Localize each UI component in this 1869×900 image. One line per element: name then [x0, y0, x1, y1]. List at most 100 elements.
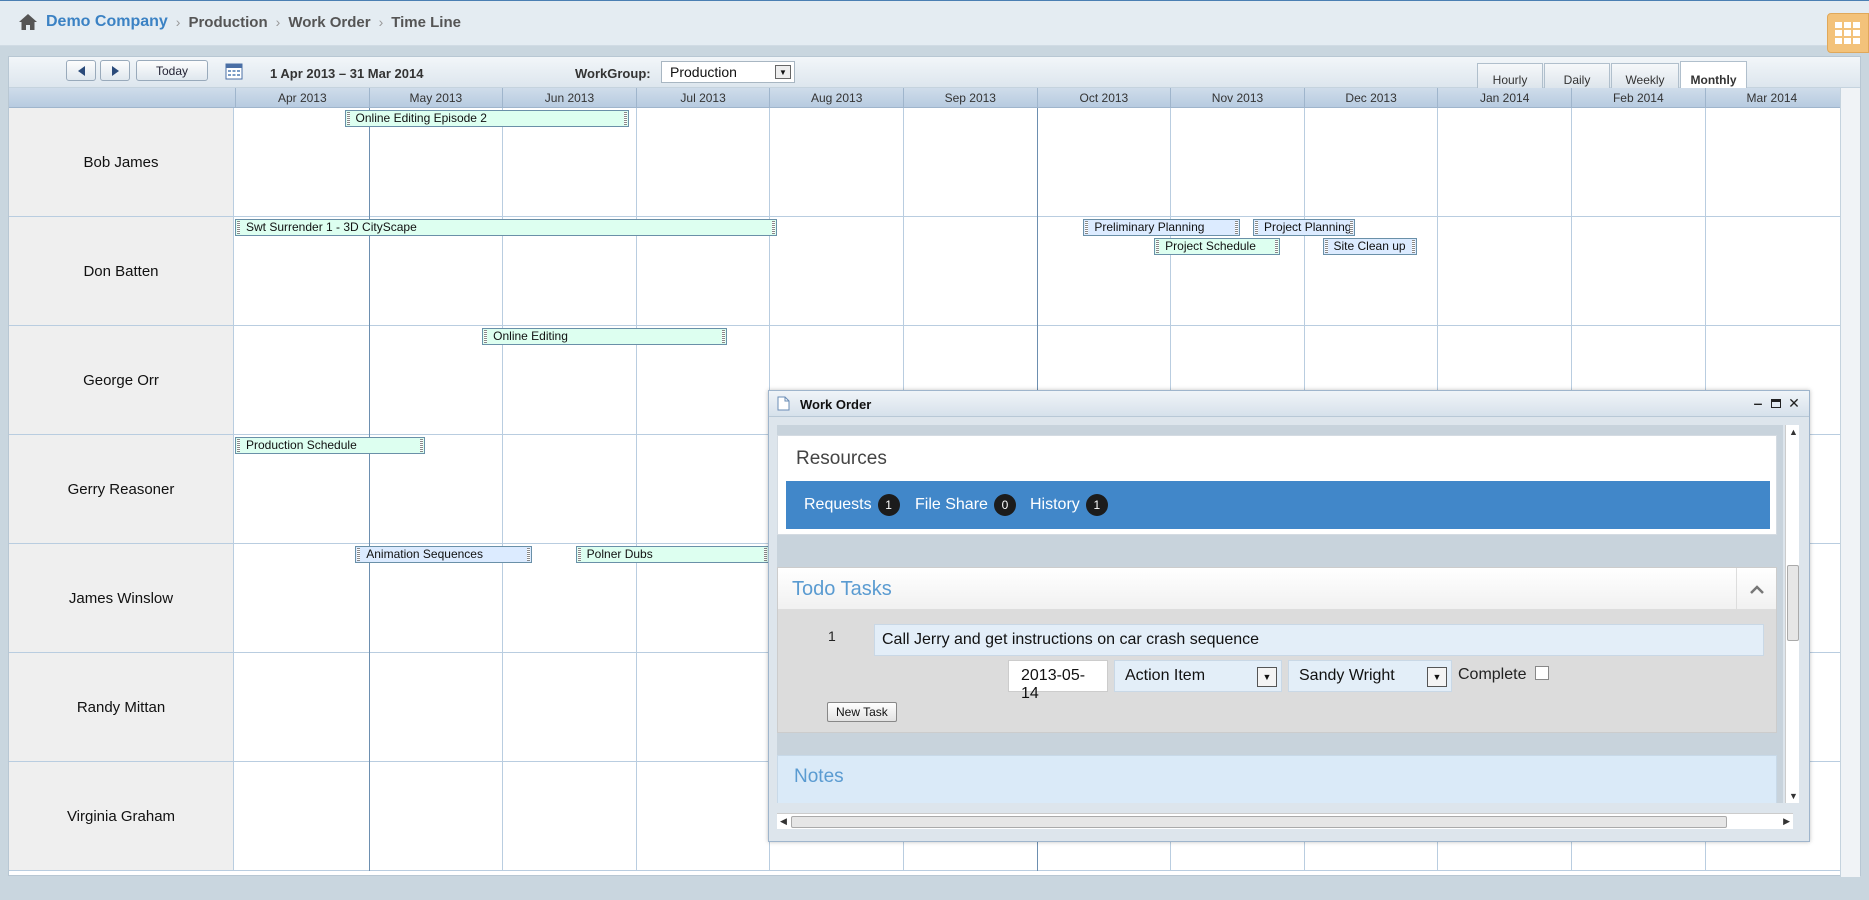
timeline-scrollbar[interactable]	[1840, 88, 1860, 877]
todo-title: Todo Tasks	[792, 578, 892, 600]
timeline-event[interactable]: Online Editing Episode 2	[344, 110, 630, 127]
notes-title: Notes	[794, 766, 844, 787]
calendar-icon[interactable]	[225, 62, 243, 80]
arrow-right-icon	[111, 65, 119, 76]
scroll-down-icon[interactable]: ▼	[1789, 791, 1798, 801]
vertical-scroll-thumb[interactable]	[1787, 565, 1799, 641]
tab-requests[interactable]: Requests 1	[804, 494, 900, 516]
horizontal-scroll-thumb[interactable]	[791, 816, 1727, 828]
date-range: 1 Apr 2013 – 31 Mar 2014	[270, 66, 424, 81]
resources-title: Resources	[796, 448, 887, 469]
arrow-left-icon	[77, 65, 85, 76]
minimize-icon[interactable]: ‒	[1751, 395, 1765, 411]
breadcrumb: Demo Company › Production › Work Order ›…	[18, 13, 461, 31]
dialog-title-bar[interactable]: Work Order ‒ ✕	[769, 391, 1809, 417]
todo-header: Todo Tasks	[778, 568, 1776, 610]
resource-name: James Winslow	[9, 544, 234, 652]
document-icon	[777, 396, 790, 411]
next-button[interactable]	[100, 60, 130, 81]
scroll-right-icon[interactable]: ▶	[1783, 816, 1790, 827]
resource-name: Don Batten	[9, 217, 234, 325]
breadcrumb-time-line: Time Line	[391, 13, 461, 31]
timeline-event[interactable]: Online Editing	[482, 328, 727, 345]
breadcrumb-company[interactable]: Demo Company	[46, 13, 168, 31]
tab-history-label: History	[1030, 496, 1080, 513]
chevron-up-icon	[1749, 584, 1764, 594]
tab-history[interactable]: History 1	[1030, 494, 1108, 516]
collapse-button[interactable]	[1736, 568, 1776, 610]
timeline-event[interactable]: Animation Sequences	[355, 546, 532, 563]
task-assignee-select[interactable]: Sandy Wright ▼	[1288, 660, 1452, 692]
scroll-left-icon[interactable]: ◀	[780, 816, 787, 827]
resource-name: Virginia Graham	[9, 762, 234, 870]
home-icon[interactable]	[18, 13, 38, 31]
view-tab-daily[interactable]: Daily	[1544, 63, 1610, 88]
task-type-select[interactable]: Action Item ▼	[1114, 660, 1282, 692]
dialog-horizontal-scrollbar[interactable]: ◀ ▶	[777, 813, 1793, 829]
workgroup-value: Production	[670, 64, 737, 80]
tab-requests-label: Requests	[804, 496, 872, 513]
workgroup-select[interactable]: Production ▼	[661, 61, 795, 83]
apps-grid-icon	[1835, 22, 1860, 44]
month-header-cell: Sep 2013	[903, 88, 1037, 108]
tab-file-share[interactable]: File Share 0	[915, 494, 1016, 516]
tab-file-share-label: File Share	[915, 496, 988, 513]
task-assignee-value: Sandy Wright	[1299, 667, 1395, 684]
apps-grid-button[interactable]	[1827, 13, 1869, 53]
timeline-toolbar: Today 1 Apr 2013 – 31 Mar 2014 WorkGroup…	[9, 57, 1860, 88]
timeline-event[interactable]: Swt Surrender 1 - 3D CityScape	[235, 219, 778, 236]
timeline-event[interactable]: Polner Dubs	[575, 546, 770, 563]
dropdown-arrow-icon[interactable]: ▼	[1257, 667, 1277, 687]
new-task-button[interactable]: New Task	[827, 702, 897, 722]
month-header-cell: Dec 2013	[1303, 88, 1438, 108]
resources-panel: Resources Requests 1 File Share 0 Histor…	[777, 435, 1777, 535]
breadcrumb-separator: ›	[378, 14, 384, 30]
month-header-cell: Oct 2013	[1036, 88, 1171, 108]
month-header-cell: Mar 2014	[1704, 88, 1839, 108]
month-header-cell: Jun 2013	[502, 88, 636, 108]
month-header-cell: Aug 2013	[769, 88, 903, 108]
timeline-event[interactable]: Site Clean up	[1322, 238, 1418, 255]
requests-count-badge: 1	[877, 494, 900, 516]
dialog-title: Work Order	[800, 397, 872, 412]
resource-name: Randy Mittan	[9, 653, 234, 761]
timeline-event[interactable]: Preliminary Planning	[1083, 219, 1240, 236]
todo-panel: Todo Tasks 1 Call Jerry and get instruct…	[777, 567, 1777, 733]
resource-name: George Orr	[9, 326, 234, 434]
file-share-count-badge: 0	[993, 494, 1016, 516]
work-order-dialog: Work Order ‒ ✕ Resources Requests 1 File…	[768, 390, 1810, 842]
task-type-value: Action Item	[1125, 667, 1206, 684]
workgroup-label: WorkGroup:	[575, 66, 651, 81]
task-description-input[interactable]: Call Jerry and get instructions on car c…	[874, 624, 1764, 656]
breadcrumb-separator: ›	[175, 14, 181, 30]
breadcrumb-production[interactable]: Production	[188, 14, 267, 31]
notes-panel: Notes	[777, 755, 1777, 803]
month-header-cell: Jul 2013	[635, 88, 770, 108]
view-tab-monthly[interactable]: Monthly	[1680, 61, 1747, 88]
resource-row: Bob James	[9, 108, 1841, 217]
resource-name: Bob James	[9, 108, 234, 216]
prev-button[interactable]	[66, 60, 96, 81]
today-button[interactable]: Today	[136, 60, 208, 81]
dropdown-arrow-icon[interactable]: ▼	[775, 65, 791, 79]
dialog-vertical-scrollbar[interactable]: ▲ ▼	[1785, 425, 1799, 803]
dropdown-arrow-icon[interactable]: ▼	[1427, 667, 1447, 687]
timeline-event[interactable]: Production Schedule	[235, 437, 425, 454]
month-header-cell: Nov 2013	[1170, 88, 1304, 108]
top-bar: Demo Company › Production › Work Order ›…	[0, 0, 1869, 53]
task-number: 1	[828, 628, 836, 644]
month-header-cell: May 2013	[368, 88, 503, 108]
dialog-body: Resources Requests 1 File Share 0 Histor…	[777, 425, 1783, 803]
timeline-event[interactable]: Project Planning	[1253, 219, 1355, 236]
maximize-icon[interactable]	[1769, 395, 1783, 411]
task-date-input[interactable]: 2013-05-14	[1008, 660, 1108, 702]
complete-label: Complete	[1458, 666, 1527, 683]
complete-checkbox[interactable]	[1535, 666, 1549, 680]
scroll-up-icon[interactable]: ▲	[1789, 427, 1798, 437]
timeline-event[interactable]: Project Schedule	[1154, 238, 1280, 255]
view-tab-hourly[interactable]: Hourly	[1477, 63, 1543, 88]
view-tab-weekly[interactable]: Weekly	[1611, 63, 1679, 88]
month-header-cell: Apr 2013	[235, 88, 369, 108]
close-icon[interactable]: ✕	[1787, 395, 1801, 411]
breadcrumb-work-order[interactable]: Work Order	[288, 14, 370, 31]
